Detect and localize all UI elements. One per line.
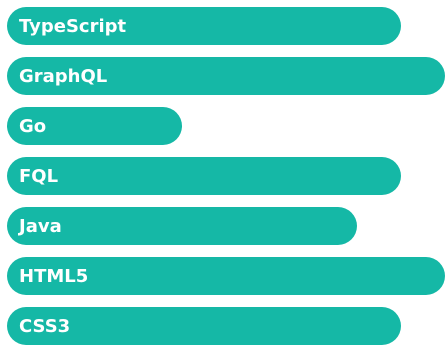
skill-list: TypeScript GraphQL Go FQL Java HTML5 CSS…: [0, 0, 446, 355]
skill-bar-fql: FQL: [7, 157, 401, 195]
skill-bar-html5: HTML5: [7, 257, 445, 295]
skill-label: Java: [19, 215, 62, 237]
skill-bar-typescript: TypeScript: [7, 7, 401, 45]
skill-bar-go: Go: [7, 107, 182, 145]
skill-label: GraphQL: [19, 65, 108, 87]
skill-label: HTML5: [19, 265, 89, 287]
skill-label: FQL: [19, 165, 59, 187]
skill-bar-css3: CSS3: [7, 307, 401, 345]
skill-label: CSS3: [19, 315, 71, 337]
skill-bar-graphql: GraphQL: [7, 57, 445, 95]
skill-label: TypeScript: [19, 15, 127, 37]
skill-bar-java: Java: [7, 207, 357, 245]
skill-label: Go: [19, 115, 47, 137]
